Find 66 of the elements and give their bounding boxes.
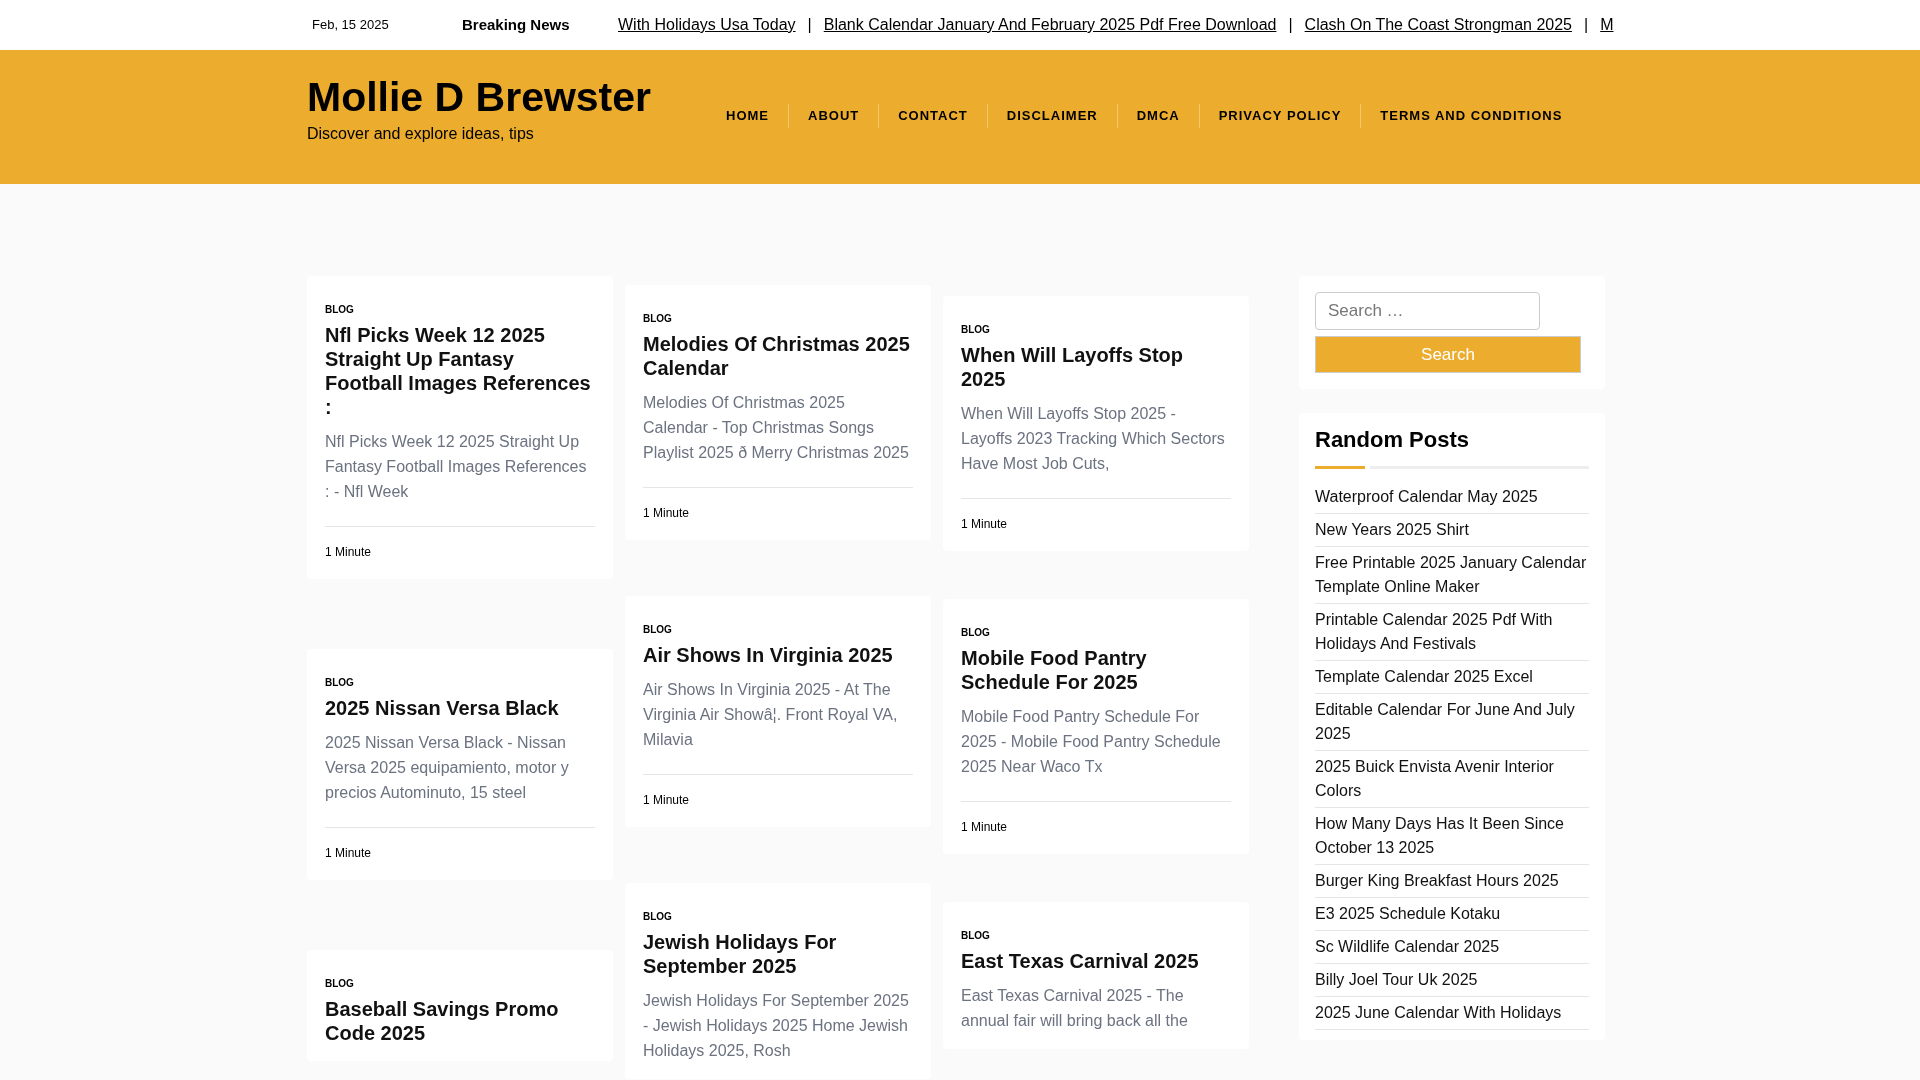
post-title[interactable]: 2025 Nissan Versa Black: [325, 696, 595, 720]
nav-link[interactable]: HOME: [707, 104, 788, 128]
post-title[interactable]: Jewish Holidays For September 2025: [643, 930, 913, 978]
ticker-link[interactable]: With Holidays Usa Today: [618, 13, 796, 37]
post-excerpt: When Will Layoffs Stop 2025 - Layoffs 2023 Tracking Which Sectors Have Most Job Cuts,: [961, 404, 1226, 474]
search-field[interactable]: Search …: [1315, 292, 1540, 330]
site-tagline: Discover and explore ideas, tips: [307, 124, 535, 144]
category-label[interactable]: BLOG: [325, 302, 595, 317]
category-label[interactable]: BLOG: [961, 928, 1231, 943]
random-post-link[interactable]: Waterproof Calendar May 2025: [1315, 485, 1587, 509]
category-label[interactable]: BLOG: [325, 675, 595, 690]
read-time: 1 Minute: [643, 793, 690, 807]
post-title[interactable]: Mobile Food Pantry Schedule For 2025: [961, 646, 1231, 694]
post-title[interactable]: Baseball Savings Promo Code 2025: [325, 997, 595, 1045]
post-excerpt: Jewish Holidays For September 2025 - Jewish Holidays 2025 Home Jewish Holidays 2025, Rosh: [643, 991, 910, 1061]
random-post-link[interactable]: 2025 June Calendar With Holidays: [1315, 1001, 1587, 1025]
random-post-link[interactable]: Editable Calendar For June And July 2025: [1315, 698, 1587, 746]
ticker-link[interactable]: Blank Calendar January And February 2025 Pdf Free Download: [823, 13, 1277, 37]
date-text: Feb, 15 2025: [312, 16, 390, 35]
ticker-link[interactable]: M: [1600, 13, 1614, 37]
ticker-link[interactable]: Clash On The Coast Strongman 2025: [1304, 13, 1572, 37]
category-label[interactable]: BLOG: [325, 976, 595, 991]
random-post-link[interactable]: Free Printable 2025 January Calendar Template Online Maker: [1315, 551, 1587, 599]
random-post-link[interactable]: Billy Joel Tour Uk 2025: [1315, 968, 1587, 992]
nav-link[interactable]: DMCA: [1116, 104, 1199, 128]
post-excerpt: East Texas Carnival 2025 - The annual fair will bring back all the: [961, 986, 1189, 1031]
category-label[interactable]: BLOG: [643, 311, 913, 326]
post-excerpt: Melodies Of Christmas 2025 Calendar - Top Christmas Songs Playlist 2025 ð Merry Christmas 2025: [643, 393, 910, 463]
read-time: 1 Minute: [961, 820, 1008, 834]
widget-title: Random Posts: [1315, 426, 1471, 454]
category-label[interactable]: BLOG: [643, 622, 913, 637]
random-post-link[interactable]: New Years 2025 Shirt: [1315, 518, 1587, 542]
nav-link[interactable]: ABOUT: [788, 104, 879, 128]
read-time: 1 Minute: [643, 506, 690, 520]
read-time: 1 Minute: [961, 517, 1008, 531]
ticker-separator: |: [1288, 15, 1293, 35]
category-label[interactable]: BLOG: [961, 625, 1231, 640]
nav-link[interactable]: PRIVACY POLICY: [1198, 104, 1361, 128]
random-post-link[interactable]: Burger King Breakfast Hours 2025: [1315, 869, 1587, 893]
site-title[interactable]: Mollie D Brewster: [307, 74, 707, 120]
post-excerpt: Mobile Food Pantry Schedule For 2025 - Mobile Food Pantry Schedule 2025 Near Waco Tx: [961, 707, 1222, 777]
read-time: 1 Minute: [325, 545, 372, 559]
post-title[interactable]: Air Shows In Virginia 2025: [643, 643, 913, 667]
category-label[interactable]: BLOG: [961, 322, 1231, 337]
nav-link[interactable]: CONTACT: [878, 104, 987, 128]
read-time: 1 Minute: [325, 846, 372, 860]
post-excerpt: 2025 Nissan Versa Black - Nissan Versa 2025 equipamiento, motor y precios Autominuto, 15 steel: [325, 733, 570, 803]
post-excerpt: Air Shows In Virginia 2025 - At The Virginia Air Showâ¦. Front Royal VA, Milavia: [643, 680, 899, 750]
nav-link[interactable]: TERMS AND CONDITIONS: [1360, 104, 1582, 128]
ticker-separator: |: [807, 15, 812, 35]
title-underline: [1315, 466, 1365, 469]
random-post-link[interactable]: 2025 Buick Envista Avenir Interior Colors: [1315, 755, 1587, 803]
post-title[interactable]: East Texas Carnival 2025: [961, 949, 1231, 973]
post-title[interactable]: Nfl Picks Week 12 2025 Straight Up Fantasy Football Images References :: [325, 323, 595, 419]
post-title[interactable]: When Will Layoffs Stop 2025: [961, 343, 1231, 391]
ticker-separator: |: [1584, 15, 1589, 35]
post-title[interactable]: Melodies Of Christmas 2025 Calendar: [643, 332, 913, 380]
random-post-link[interactable]: E3 2025 Schedule Kotaku: [1315, 902, 1587, 926]
random-post-link[interactable]: How Many Days Has It Been Since October 13 2025: [1315, 812, 1587, 860]
breaking-news-label: Breaking News: [462, 14, 571, 35]
random-post-link[interactable]: Template Calendar 2025 Excel: [1315, 665, 1587, 689]
post-excerpt: Nfl Picks Week 12 2025 Straight Up Fantasy Football Images References : - Nfl Week: [325, 432, 588, 502]
random-post-link[interactable]: Printable Calendar 2025 Pdf With Holidays And Festivals: [1315, 608, 1587, 656]
category-label[interactable]: BLOG: [643, 909, 913, 924]
nav-link[interactable]: DISCLAIMER: [986, 104, 1117, 128]
random-post-link[interactable]: Sc Wildlife Calendar 2025: [1315, 935, 1587, 959]
